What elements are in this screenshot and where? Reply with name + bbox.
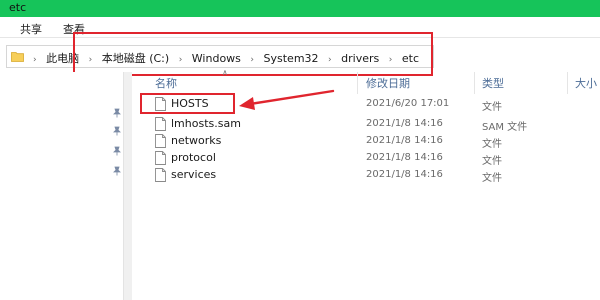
file-row[interactable]: lmhosts.sam 2021/1/8 14:16 SAM 文件 bbox=[138, 116, 600, 133]
pin-icon[interactable] bbox=[112, 146, 122, 156]
file-name: protocol bbox=[171, 151, 216, 164]
column-header-size[interactable]: 大小 bbox=[575, 75, 597, 93]
pin-icon[interactable] bbox=[112, 126, 122, 136]
chevron-right-icon[interactable]: › bbox=[89, 55, 93, 65]
breadcrumb-etc[interactable]: etc bbox=[402, 52, 419, 65]
file-modified: 2021/1/8 14:16 bbox=[366, 135, 443, 146]
file-modified: 2021/1/8 14:16 bbox=[366, 118, 443, 129]
file-modified: 2021/1/8 14:16 bbox=[366, 169, 443, 180]
document-icon bbox=[155, 117, 166, 131]
file-type: 文件 bbox=[482, 173, 502, 184]
column-divider[interactable] bbox=[567, 72, 568, 94]
file-row[interactable]: networks 2021/1/8 14:16 文件 bbox=[138, 133, 600, 150]
column-header-type[interactable]: 类型 bbox=[482, 75, 504, 93]
nav-scrollbar[interactable] bbox=[124, 72, 132, 300]
address-row: › 此电脑 › 本地磁盘 (C:) › Windows › System32 ›… bbox=[0, 38, 600, 72]
column-header-modified[interactable]: 修改日期 bbox=[366, 75, 410, 93]
document-icon bbox=[155, 151, 166, 165]
document-icon bbox=[155, 134, 166, 148]
ribbon: 共享 查看 bbox=[0, 17, 600, 38]
chevron-right-icon[interactable]: › bbox=[328, 55, 332, 65]
breadcrumb-windows[interactable]: Windows bbox=[192, 52, 241, 65]
file-name: networks bbox=[171, 134, 222, 147]
document-icon bbox=[155, 168, 166, 182]
chevron-right-icon[interactable]: › bbox=[389, 55, 393, 65]
file-name: HOSTS bbox=[171, 97, 209, 110]
file-type: 文件 bbox=[482, 102, 502, 113]
column-divider[interactable] bbox=[357, 72, 358, 94]
folder-icon bbox=[11, 52, 24, 62]
file-name: lmhosts.sam bbox=[171, 117, 241, 130]
file-modified: 2021/6/20 17:01 bbox=[366, 98, 450, 109]
file-modified: 2021/1/8 14:16 bbox=[366, 152, 443, 163]
breadcrumb-system32[interactable]: System32 bbox=[264, 52, 319, 65]
chevron-right-icon[interactable]: › bbox=[250, 55, 254, 65]
title-bar: etc bbox=[0, 0, 600, 17]
pin-icon[interactable] bbox=[112, 108, 122, 118]
file-row[interactable]: services 2021/1/8 14:16 文件 bbox=[138, 167, 600, 184]
window-title: etc bbox=[9, 1, 27, 14]
file-type: 文件 bbox=[482, 139, 502, 150]
column-header-name[interactable]: 名称 bbox=[155, 75, 177, 93]
breadcrumb-drivers[interactable]: drivers bbox=[341, 52, 379, 65]
pin-icon[interactable] bbox=[112, 166, 122, 176]
column-divider[interactable] bbox=[474, 72, 475, 94]
tab-share[interactable]: 共享 bbox=[20, 21, 42, 37]
file-name: services bbox=[171, 168, 217, 181]
breadcrumb: › 此电脑 › 本地磁盘 (C:) › Windows › System32 ›… bbox=[33, 50, 419, 66]
file-row[interactable]: HOSTS 2021/6/20 17:01 文件 bbox=[138, 96, 600, 113]
document-icon bbox=[155, 97, 166, 111]
file-row[interactable]: protocol 2021/1/8 14:16 文件 bbox=[138, 150, 600, 167]
chevron-right-icon[interactable]: › bbox=[33, 55, 37, 65]
chevron-right-icon[interactable]: › bbox=[179, 55, 183, 65]
tab-view[interactable]: 查看 bbox=[63, 21, 85, 37]
file-type: 文件 bbox=[482, 156, 502, 167]
navigation-pane bbox=[0, 72, 124, 300]
breadcrumb-this-pc[interactable]: 此电脑 bbox=[46, 52, 79, 65]
file-type: SAM 文件 bbox=[482, 122, 528, 133]
breadcrumb-local-disk[interactable]: 本地磁盘 (C:) bbox=[102, 52, 169, 65]
sort-up-icon: ∧ bbox=[222, 68, 228, 77]
address-bar[interactable]: › 此电脑 › 本地磁盘 (C:) › Windows › System32 ›… bbox=[6, 45, 434, 68]
